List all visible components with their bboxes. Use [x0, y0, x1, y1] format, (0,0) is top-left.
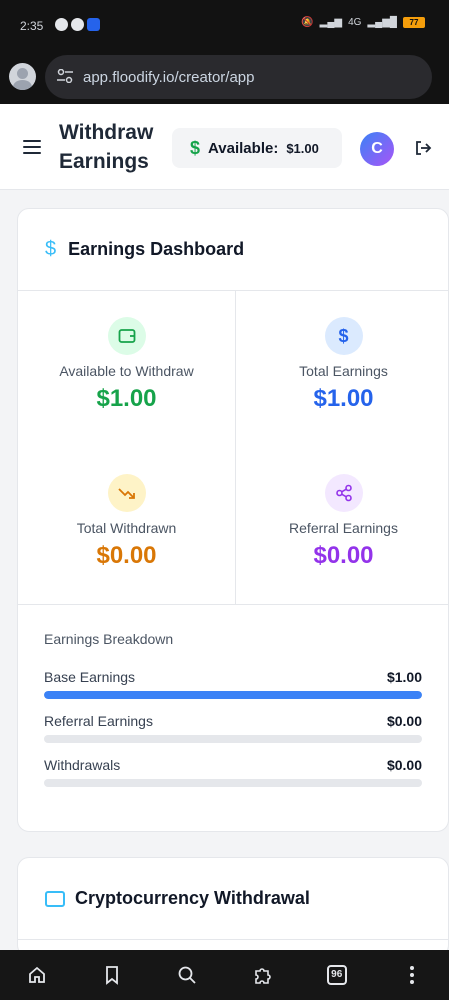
breakdown-value: $1.00 — [386, 669, 422, 685]
crypto-title: Cryptocurrency Withdrawal — [75, 888, 310, 908]
available-label: Available: — [208, 139, 279, 157]
network-label: 4G — [348, 17, 362, 28]
stat-value: $0.00 — [313, 542, 374, 569]
battery-icon: 77 — [403, 17, 425, 28]
signal-icon: ▂▄▆ — [319, 17, 343, 28]
stat-label: Total Earnings — [299, 363, 388, 379]
bookmark-icon[interactable] — [99, 962, 125, 988]
stat-available: Available to Withdraw $1.00 — [18, 317, 235, 413]
dashboard-header: $ Earnings Dashboard — [18, 209, 448, 291]
stat-value: $1.00 — [96, 385, 157, 412]
status-time: 2:35 — [20, 19, 44, 33]
signal-icon-2: ▂▄▆█ — [367, 17, 397, 28]
tab-count[interactable]: 96 — [326, 965, 347, 985]
mute-icon: 🔕 — [301, 17, 314, 28]
site-settings-icon[interactable] — [57, 68, 73, 86]
home-icon[interactable] — [24, 962, 50, 988]
more-icon[interactable] — [399, 962, 425, 988]
breakdown-row: Base Earnings $1.00 — [44, 669, 422, 699]
app-header: Withdraw Earnings $ Available: $1.00 C — [0, 104, 449, 190]
progress-fill — [44, 691, 422, 699]
breakdown-label: Withdrawals — [44, 757, 121, 773]
available-amount: $1.00 — [286, 140, 319, 156]
address-bar[interactable]: app.floodify.io/creator/app — [45, 55, 432, 99]
url-text[interactable]: app.floodify.io/creator/app — [83, 69, 255, 86]
dollar-icon: $ — [190, 137, 201, 158]
browser-profile-icon[interactable] — [9, 63, 36, 90]
dollar-icon: $ — [45, 238, 57, 260]
browser-toolbar: app.floodify.io/creator/app — [0, 52, 449, 104]
notification-icons — [55, 18, 100, 31]
earnings-dashboard-card: $ Earnings Dashboard Available to Withdr… — [17, 208, 449, 832]
wallet-icon — [45, 890, 65, 907]
progress-track — [44, 735, 422, 743]
trending-down-icon — [107, 474, 146, 512]
breakdown-value: $0.00 — [386, 757, 422, 773]
extensions-icon[interactable] — [249, 962, 275, 988]
status-bar: 2:35 🔕 ▂▄▆ 4G ▂▄▆█ 77 — [0, 0, 449, 52]
crypto-header: Cryptocurrency Withdrawal — [18, 858, 448, 940]
share-icon — [324, 474, 363, 512]
browser-bottom-nav: 96 — [0, 950, 449, 1000]
snapchat-icon — [71, 18, 84, 31]
menu-icon[interactable] — [23, 140, 41, 154]
stat-label: Total Withdrawn — [76, 520, 177, 536]
stat-label: Referral Earnings — [289, 520, 398, 536]
user-avatar[interactable]: C — [360, 132, 394, 166]
breakdown-value: $0.00 — [386, 713, 422, 729]
app-notification-icon — [87, 18, 100, 31]
stat-total-earnings: $ Total Earnings $1.00 — [235, 317, 449, 413]
tabs-icon[interactable]: 96 — [324, 962, 350, 988]
stat-value: $0.00 — [96, 542, 157, 569]
available-balance-badge: $ Available: $1.00 — [172, 128, 342, 168]
dollar-icon: $ — [324, 317, 363, 355]
status-right: 🔕 ▂▄▆ 4G ▂▄▆█ 77 — [301, 17, 425, 28]
dashboard-title: Earnings Dashboard — [68, 239, 245, 259]
progress-track — [44, 691, 422, 699]
breakdown-label: Base Earnings — [44, 669, 136, 685]
stats-grid: Available to Withdraw $1.00 $ Total Earn… — [18, 291, 448, 605]
breakdown-label: Referral Earnings — [44, 713, 153, 729]
progress-track — [44, 779, 422, 787]
whatsapp-icon — [55, 18, 68, 31]
logout-icon[interactable] — [413, 138, 433, 158]
stat-referral-earnings: Referral Earnings $0.00 — [235, 474, 449, 570]
wallet-icon — [107, 317, 146, 355]
stat-label: Available to Withdraw — [59, 363, 194, 379]
breakdown-row: Withdrawals $0.00 — [44, 757, 422, 787]
breakdown-title: Earnings Breakdown — [44, 631, 174, 647]
crypto-withdrawal-card: Cryptocurrency Withdrawal — [17, 857, 449, 957]
stat-total-withdrawn: Total Withdrawn $0.00 — [18, 474, 235, 570]
page-title: Withdraw Earnings — [59, 121, 154, 173]
earnings-breakdown: Earnings Breakdown Base Earnings $1.00 R… — [18, 605, 448, 787]
search-icon[interactable] — [174, 962, 200, 988]
breakdown-row: Referral Earnings $0.00 — [44, 713, 422, 743]
stat-value: $1.00 — [313, 385, 374, 412]
